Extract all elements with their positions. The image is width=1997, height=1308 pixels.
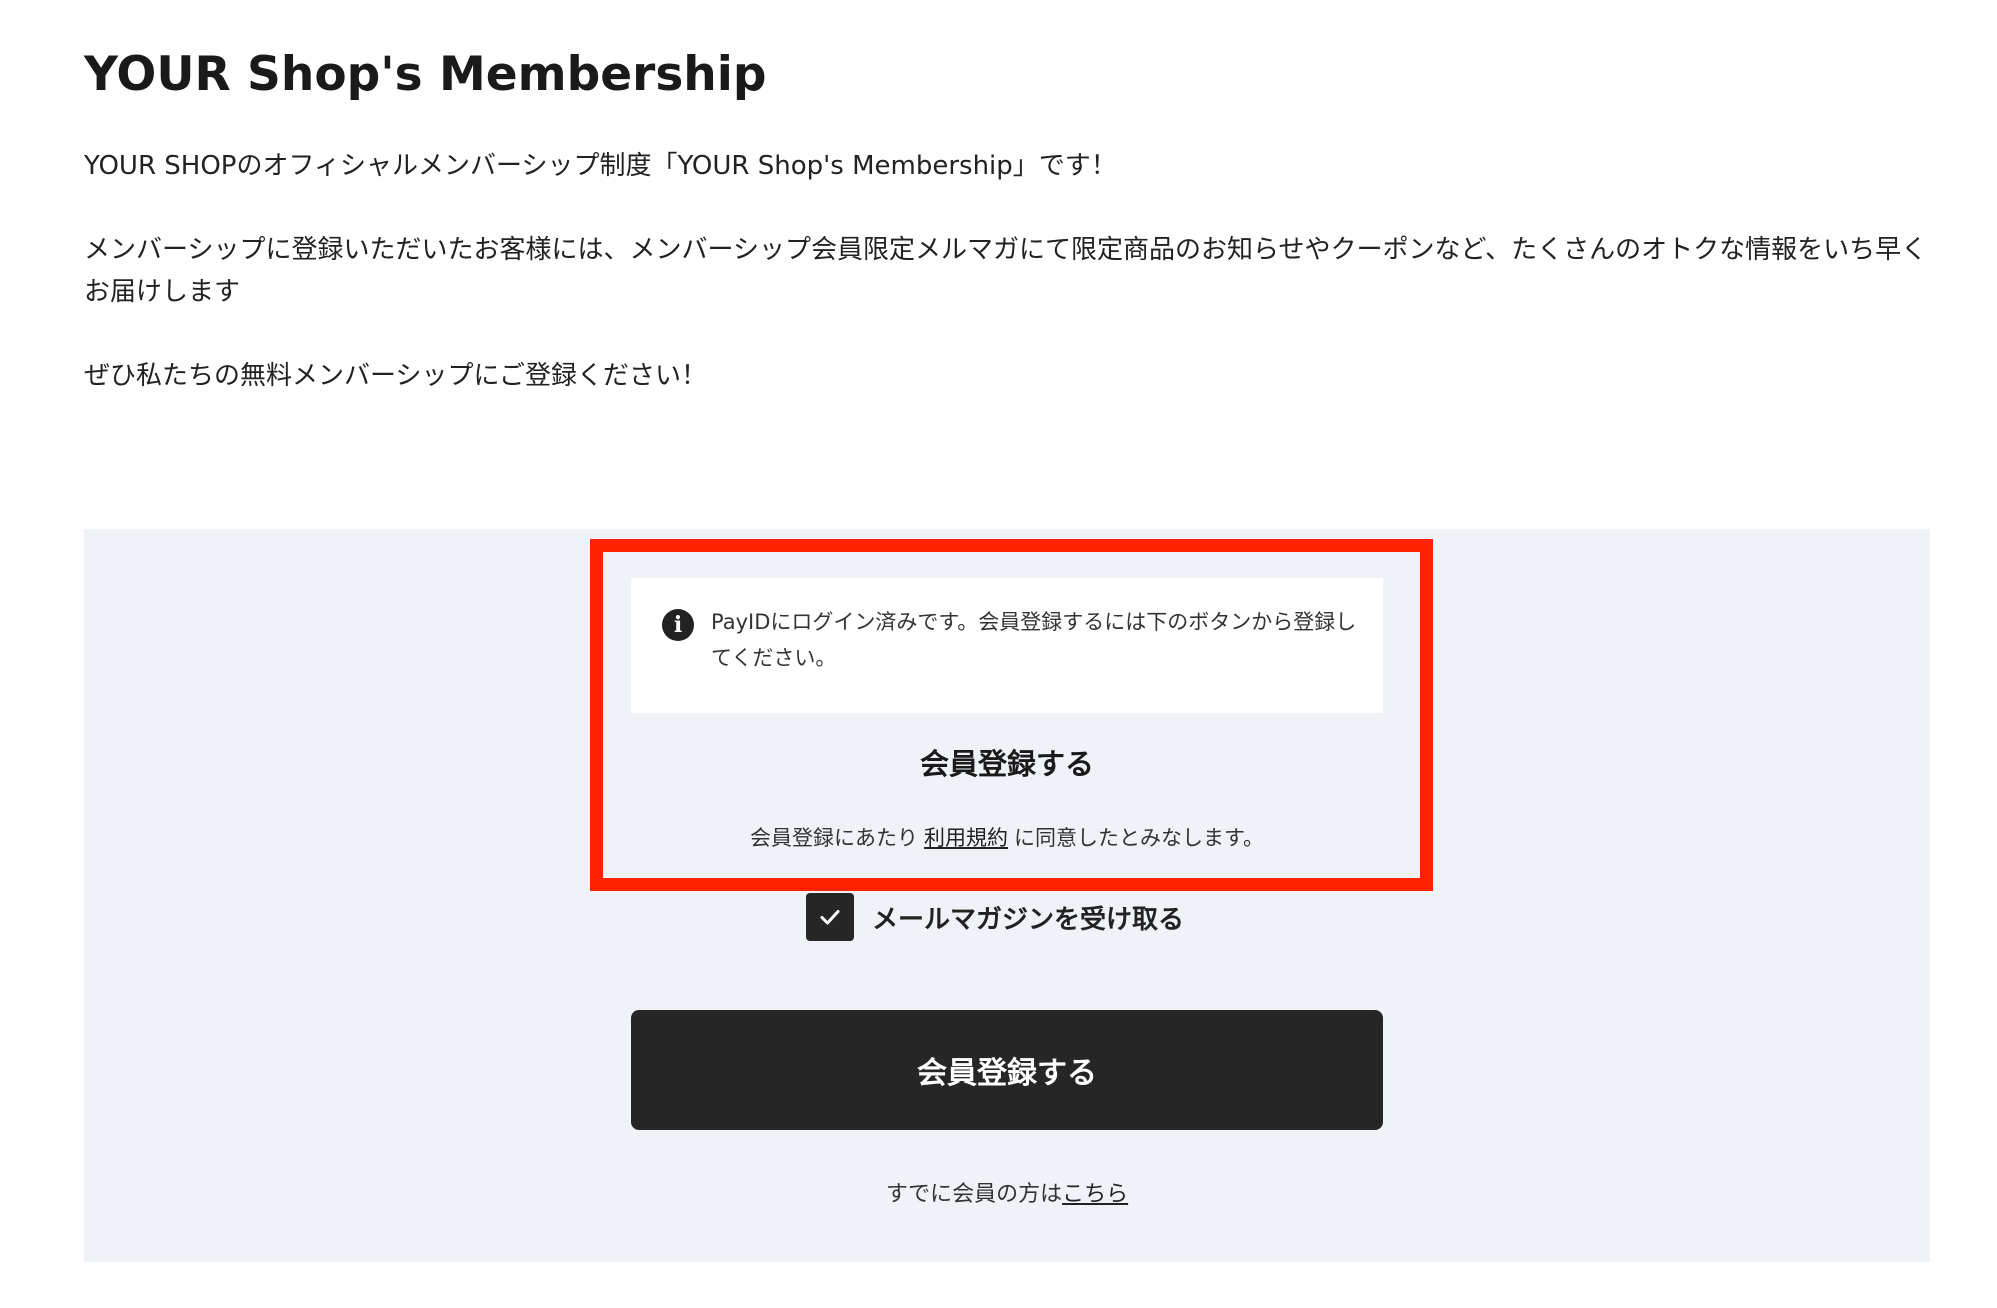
terms-prefix: 会員登録にあたり (750, 826, 919, 850)
intro-paragraph: ぜひ私たちの無料メンバーシップにご登録ください！ (84, 361, 707, 391)
terms-notice: 会員登録にあたり 利用規約 に同意したとみなします。 (631, 820, 1383, 856)
checkmark-icon (820, 910, 840, 925)
intro-paragraph: メンバーシップに登録いただいたお客様には、メンバーシップ会員限定メルマガにて限定… (84, 235, 1928, 307)
register-button[interactable]: 会員登録する (631, 1010, 1383, 1130)
register-heading: 会員登録する (919, 747, 1094, 781)
notice-text: PayIDにログイン済みです。会員登録するには下のボタンから登録してください。 (711, 610, 1357, 670)
login-notice: i PayIDにログイン済みです。会員登録するには下のボタンから登録してください… (631, 578, 1383, 713)
mail-magazine-checkbox[interactable] (806, 893, 854, 941)
terms-link[interactable]: 利用規約 (924, 826, 1008, 850)
intro-text: YOUR SHOPのオフィシャルメンバーシップ制度「YOUR Shop's Me… (84, 145, 1944, 397)
page-title: YOUR Shop's Membership (84, 47, 767, 102)
existing-member-login-link[interactable]: こちら (1062, 1182, 1128, 1207)
existing-member-text: すでに会員の方は (885, 1182, 1063, 1207)
info-icon: i (662, 609, 694, 641)
intro-paragraph: YOUR SHOPのオフィシャルメンバーシップ制度「YOUR Shop's Me… (84, 151, 1117, 181)
existing-member-line: すでに会員の方はこちら (631, 1176, 1383, 1214)
terms-suffix: に同意したとみなします。 (1014, 826, 1264, 850)
mail-magazine-option[interactable]: メールマガジンを受け取る (806, 893, 1184, 941)
mail-magazine-label: メールマガジンを受け取る (872, 904, 1185, 935)
